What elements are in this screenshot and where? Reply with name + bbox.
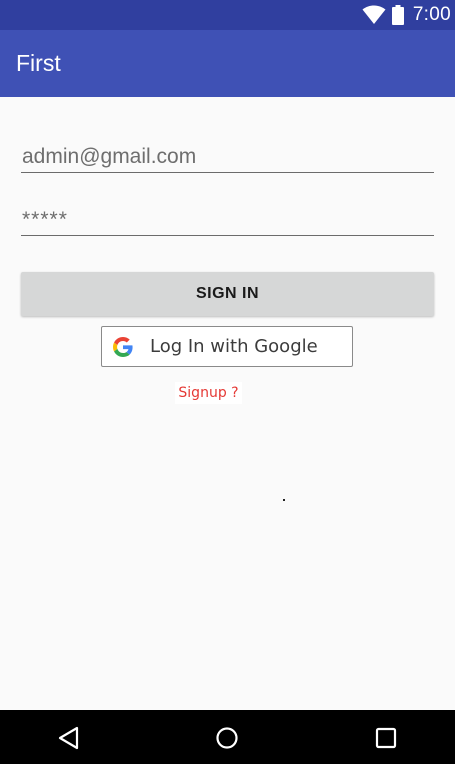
- back-icon[interactable]: [56, 725, 82, 751]
- google-login-button[interactable]: Log In with Google: [101, 326, 353, 367]
- password-value: *****: [22, 208, 68, 231]
- stray-dot: [283, 499, 285, 501]
- password-field[interactable]: *****: [21, 196, 434, 236]
- screen: 7:00 First admin@gmail.com ***** SIGN IN…: [0, 0, 455, 764]
- email-value: admin@gmail.com: [22, 145, 197, 168]
- signup-link[interactable]: Signup ?: [175, 382, 242, 404]
- navigation-bar: [0, 710, 455, 764]
- wifi-icon: [362, 5, 386, 24]
- sign-in-button[interactable]: SIGN IN: [21, 272, 434, 316]
- recents-icon[interactable]: [373, 725, 399, 751]
- app-title: First: [16, 50, 61, 76]
- email-field[interactable]: admin@gmail.com: [21, 133, 434, 173]
- signup-label: Signup ?: [178, 385, 239, 401]
- battery-icon: [391, 5, 404, 25]
- home-icon[interactable]: [214, 725, 240, 751]
- clock-time: 7:00: [412, 4, 451, 25]
- app-bar: First: [0, 30, 455, 97]
- google-g-icon: [113, 336, 133, 357]
- status-bar: 7:00: [0, 0, 455, 30]
- google-login-label: Log In with Google: [150, 336, 318, 357]
- sign-in-label: SIGN IN: [195, 285, 260, 302]
